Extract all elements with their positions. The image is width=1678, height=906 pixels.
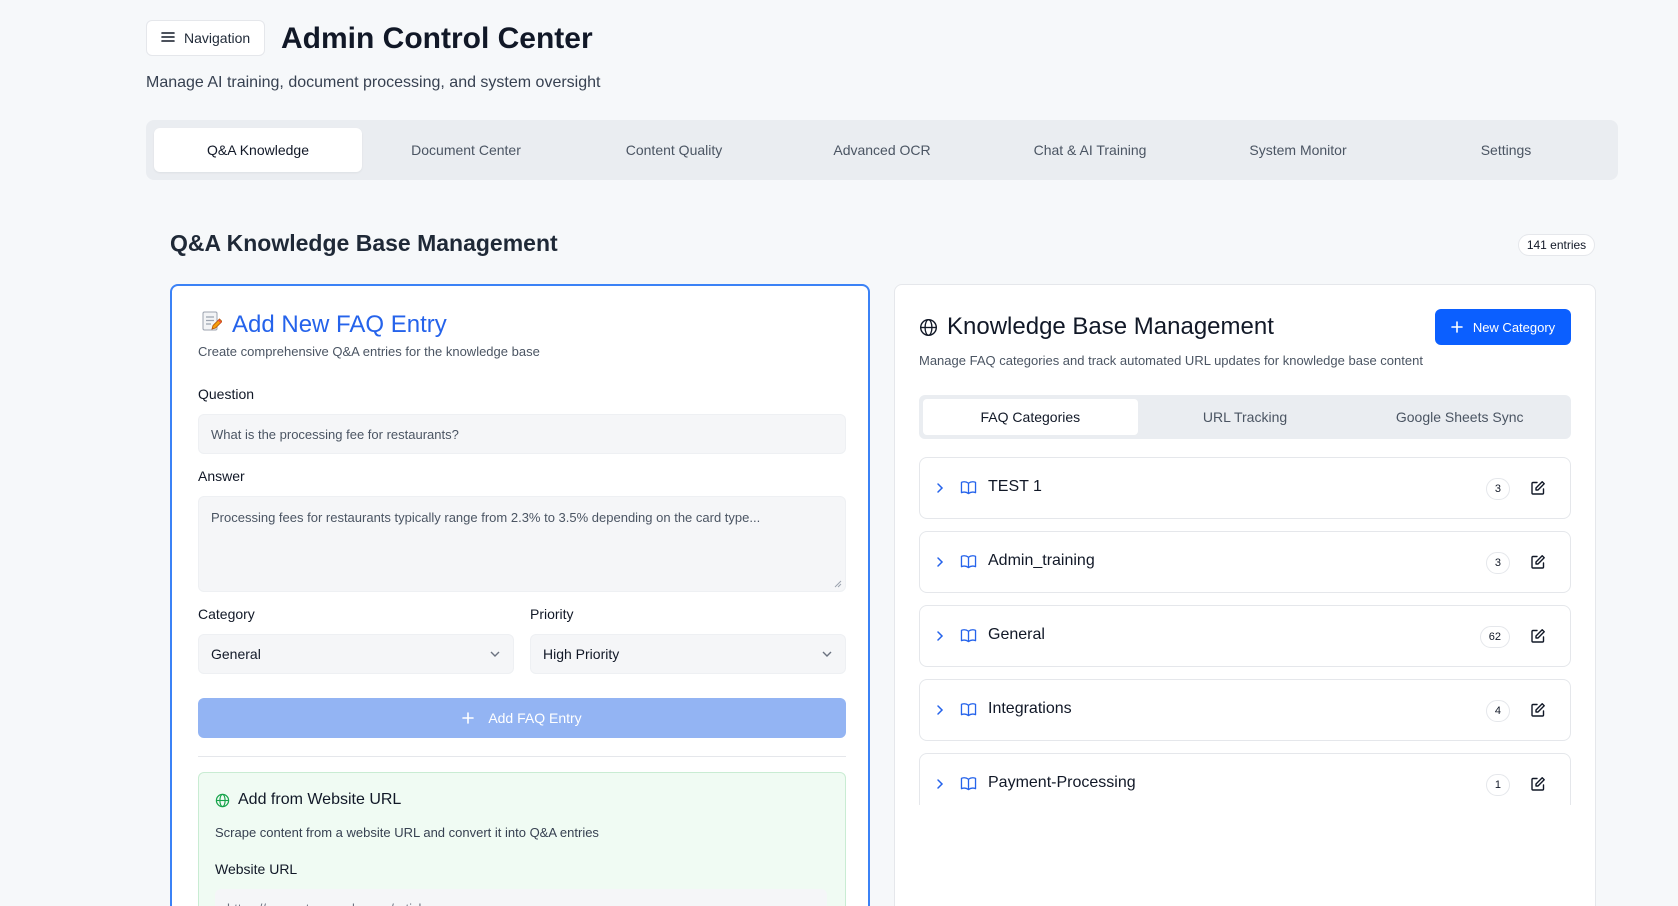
add-faq-button-label: Add FAQ Entry (488, 710, 582, 726)
category-count-badge: 3 (1485, 478, 1510, 500)
category-item[interactable]: Payment-Processing 1 (919, 753, 1571, 805)
edit-icon[interactable] (1530, 776, 1546, 792)
globe-icon (215, 793, 230, 807)
section-title: Q&A Knowledge Base Management (170, 230, 558, 256)
chevron-right-icon[interactable] (934, 777, 946, 791)
url-import-title-text: Add from Website URL (238, 791, 402, 808)
app-subtitle: Manage AI training, document processing,… (146, 74, 601, 91)
edit-icon[interactable] (1530, 554, 1546, 570)
priority-select[interactable]: High Priority (530, 634, 846, 674)
main-tab-bar: Q&A Knowledge Document Center Content Qu… (146, 120, 1618, 180)
tab-advanced-ocr[interactable]: Advanced OCR (778, 128, 986, 172)
tab-content-quality[interactable]: Content Quality (570, 128, 778, 172)
book-open-icon (960, 555, 977, 569)
app-title: Admin Control Center (281, 22, 593, 55)
tab-system-monitor[interactable]: System Monitor (1194, 128, 1402, 172)
category-select[interactable]: General (198, 634, 514, 674)
kb-title-text: Knowledge Base Management (947, 313, 1274, 340)
edit-icon[interactable] (1530, 702, 1546, 718)
new-category-button[interactable]: New Category (1435, 309, 1571, 345)
book-open-icon (960, 777, 977, 791)
navigation-label: Navigation (184, 30, 251, 46)
category-count-badge: 1 (1485, 774, 1510, 796)
chevron-right-icon[interactable] (934, 481, 946, 495)
tab-document-center[interactable]: Document Center (362, 128, 570, 172)
kb-title: Knowledge Base Management (919, 313, 1274, 341)
category-item[interactable]: Admin_training 3 (919, 531, 1571, 593)
globe-icon (919, 318, 938, 336)
question-label: Question (198, 386, 255, 402)
answer-textarea[interactable]: Processing fees for restaurants typicall… (198, 496, 846, 592)
category-label: Category (198, 606, 255, 622)
question-input[interactable]: What is the processing fee for restauran… (198, 414, 846, 454)
website-url-label: Website URL (215, 861, 298, 877)
add-faq-title: Add New FAQ Entry (200, 310, 447, 339)
tab-faq-categories[interactable]: FAQ Categories (923, 399, 1138, 435)
tab-chat-ai-training[interactable]: Chat & AI Training (986, 128, 1194, 172)
category-item[interactable]: Integrations 4 (919, 679, 1571, 741)
chevron-right-icon[interactable] (934, 703, 946, 717)
category-count-badge: 4 (1485, 700, 1510, 722)
chevron-down-icon (490, 651, 500, 657)
memo-icon (200, 310, 223, 339)
category-name: TEST 1 (988, 478, 1042, 495)
book-open-icon (960, 703, 977, 717)
category-item[interactable]: TEST 1 3 (919, 457, 1571, 519)
add-faq-subtitle: Create comprehensive Q&A entries for the… (198, 344, 540, 359)
new-category-label: New Category (1472, 319, 1556, 335)
entries-count-badge: 141 entries (1518, 234, 1595, 256)
book-open-icon (960, 629, 977, 643)
chevron-down-icon (822, 651, 832, 657)
category-count-badge: 62 (1479, 626, 1510, 648)
chevron-right-icon[interactable] (934, 629, 946, 643)
category-name: General (988, 626, 1045, 643)
answer-label: Answer (198, 468, 245, 484)
add-faq-title-text: Add New FAQ Entry (232, 310, 447, 338)
url-import-title: Add from Website URL (215, 791, 401, 809)
website-url-input[interactable]: https://support.example.com/article (215, 889, 827, 906)
url-import-box: Add from Website URL Scrape content from… (198, 772, 846, 906)
category-name: Integrations (988, 700, 1072, 717)
edit-icon[interactable] (1530, 480, 1546, 496)
category-name: Payment-Processing (988, 774, 1136, 791)
tab-settings[interactable]: Settings (1402, 128, 1610, 172)
knowledge-base-card: Knowledge Base Management Manage FAQ cat… (894, 284, 1596, 906)
edit-icon[interactable] (1530, 628, 1546, 644)
chevron-right-icon[interactable] (934, 555, 946, 569)
plus-icon (462, 712, 475, 724)
resize-handle-icon[interactable] (834, 580, 842, 588)
priority-value: High Priority (543, 646, 620, 662)
category-name: Admin_training (988, 552, 1095, 569)
category-count-badge: 3 (1485, 552, 1510, 574)
add-faq-button[interactable]: Add FAQ Entry (198, 698, 846, 738)
add-faq-card: Add New FAQ Entry Create comprehensive Q… (170, 284, 870, 906)
category-value: General (211, 646, 261, 662)
tab-google-sheets-sync[interactable]: Google Sheets Sync (1352, 399, 1567, 435)
book-open-icon (960, 481, 977, 495)
answer-placeholder: Processing fees for restaurants typicall… (211, 510, 761, 525)
plus-icon (1451, 321, 1463, 333)
tab-url-tracking[interactable]: URL Tracking (1138, 399, 1353, 435)
category-item[interactable]: General 62 (919, 605, 1571, 667)
category-list: TEST 1 3 Admin_training 3 General 62 Int… (919, 457, 1571, 805)
navigation-button[interactable]: Navigation (146, 20, 265, 56)
menu-icon (161, 30, 175, 46)
priority-label: Priority (530, 606, 574, 622)
tab-qa-knowledge[interactable]: Q&A Knowledge (154, 128, 362, 172)
url-import-description: Scrape content from a website URL and co… (215, 825, 599, 840)
kb-tab-bar: FAQ Categories URL Tracking Google Sheet… (919, 395, 1571, 439)
divider (198, 756, 846, 757)
kb-subtitle: Manage FAQ categories and track automate… (919, 353, 1423, 368)
